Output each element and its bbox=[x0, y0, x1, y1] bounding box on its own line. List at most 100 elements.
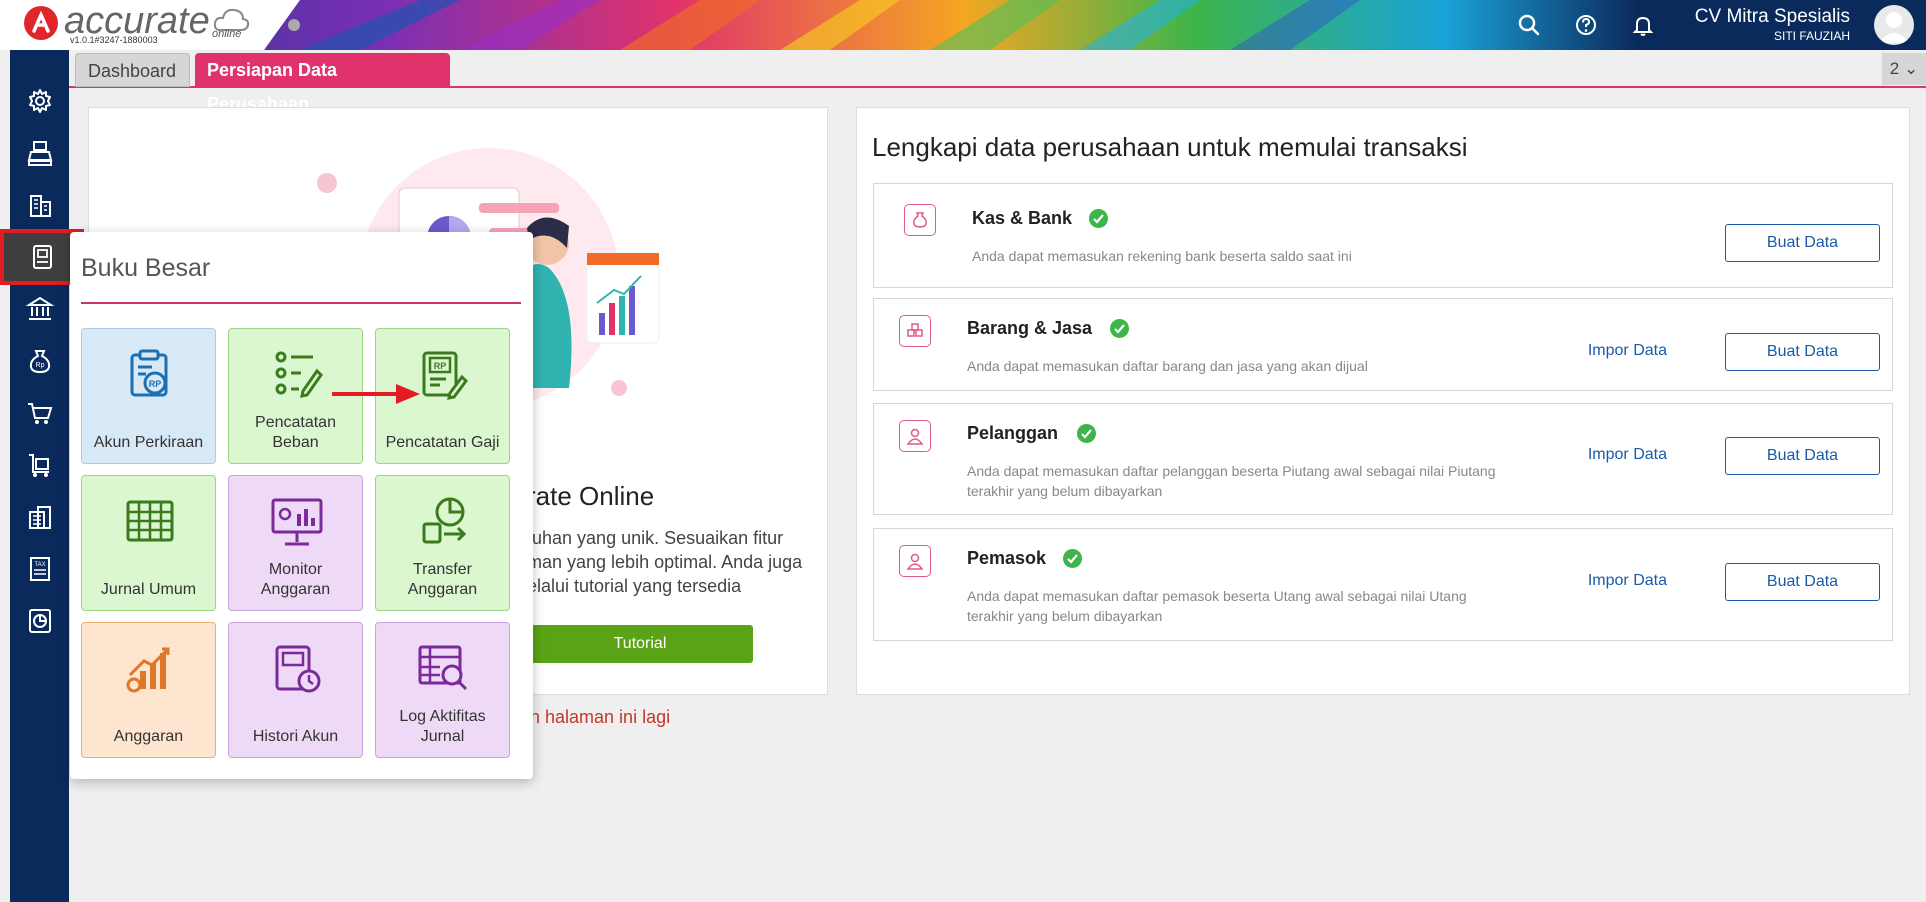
check-icon bbox=[1089, 209, 1108, 228]
account-history-icon bbox=[275, 645, 321, 693]
cash-register-icon bbox=[27, 141, 52, 166]
buku-besar-menu: Buku Besar RP Akun Perkiraan Pencatatan … bbox=[70, 232, 533, 779]
sidebar-item-tax[interactable]: TAX bbox=[10, 543, 69, 595]
tile-label: Anggaran bbox=[407, 581, 478, 598]
supplier-icon bbox=[899, 545, 931, 577]
sidebar-item-bank[interactable] bbox=[10, 283, 69, 335]
annotation-arrow-icon bbox=[332, 384, 420, 404]
menu-divider bbox=[81, 302, 521, 304]
card-desc-line: Anda dapat memasukan daftar pelanggan be… bbox=[967, 463, 1496, 479]
menu-tile-transfer-anggaran[interactable]: Transfer Anggaran bbox=[375, 475, 510, 611]
impor-data-link[interactable]: Impor Data bbox=[1588, 446, 1667, 464]
svg-text:Rp: Rp bbox=[35, 362, 44, 369]
tab-dashboard[interactable]: Dashboard bbox=[75, 53, 190, 87]
sidebar-item-money[interactable]: Rp bbox=[10, 335, 69, 387]
sidebar-item-company[interactable] bbox=[10, 179, 69, 231]
tile-label: Pencatatan Gaji bbox=[385, 434, 500, 451]
logo-sub: online bbox=[212, 28, 242, 40]
card-desc-line: Anda dapat memasukan daftar pemasok bese… bbox=[967, 588, 1467, 604]
tax-icon: TAX bbox=[29, 557, 50, 581]
menu-tile-anggaran[interactable]: Anggaran bbox=[81, 622, 216, 758]
card-title: Kas & Bank bbox=[972, 208, 1073, 228]
tile-label: Jurnal bbox=[420, 728, 465, 745]
monitor-chart-icon bbox=[271, 498, 323, 546]
buat-data-button[interactable]: Buat Data bbox=[1725, 333, 1880, 371]
tile-label: Log Aktifitas bbox=[399, 708, 486, 725]
card-kas-bank: Kas & Bank Anda dapat memasukan rekening… bbox=[873, 183, 1893, 288]
welcome-desc-line: tuhan yang unik. Sesuaikan fitur bbox=[527, 528, 784, 548]
bell-icon[interactable] bbox=[1630, 12, 1656, 38]
impor-data-link[interactable]: Impor Data bbox=[1588, 342, 1667, 360]
tile-label: Anggaran bbox=[260, 581, 331, 598]
card-description: Anda dapat memasukan daftar pelanggan be… bbox=[967, 461, 1495, 501]
welcome-description: tuhan yang unik. Sesuaikan fitur man yan… bbox=[527, 526, 827, 598]
menu-tile-log-aktifitas-jurnal[interactable]: Log Aktifitas Jurnal bbox=[375, 622, 510, 758]
user-name: SITI FAUZIAH bbox=[1773, 29, 1850, 43]
setup-title: Lengkapi data perusahaan untuk memulai t… bbox=[872, 132, 1468, 162]
card-pemasok: Pemasok Anda dapat memasukan daftar pema… bbox=[873, 528, 1893, 641]
menu-tile-jurnal-umum[interactable]: Jurnal Umum bbox=[81, 475, 216, 611]
card-desc-line: terakhir yang belum dibayarkan bbox=[967, 483, 1163, 499]
tile-label: Pencatatan bbox=[255, 414, 336, 431]
buat-data-button[interactable]: Buat Data bbox=[1725, 224, 1880, 262]
journal-search-icon bbox=[418, 645, 468, 691]
gear-icon bbox=[28, 89, 51, 113]
transfer-chart-icon bbox=[422, 497, 467, 544]
check-icon bbox=[1077, 424, 1096, 443]
company-name[interactable]: CV Mitra Spesialis bbox=[1695, 6, 1850, 28]
search-icon[interactable] bbox=[1516, 12, 1542, 38]
cart-icon bbox=[27, 403, 52, 424]
tab-bar: Dashboard Persiapan Data Perusahaan 2 ⌄ bbox=[69, 50, 1926, 114]
sidebar-item-delivery[interactable] bbox=[10, 439, 69, 491]
sidebar-item-reports[interactable] bbox=[10, 595, 69, 647]
tile-label: Akun Perkiraan bbox=[93, 434, 204, 451]
tile-label: Beban bbox=[272, 434, 319, 451]
top-bar: accurate v1.0.1#3247-1880003 online CV M… bbox=[0, 0, 1926, 50]
budget-growth-icon bbox=[126, 647, 170, 693]
app-version: v1.0.1#3247-1880003 bbox=[70, 35, 158, 45]
card-title: Pemasok bbox=[967, 548, 1047, 568]
account-ledger-icon: RP bbox=[130, 349, 168, 397]
welcome-desc-line: man yang lebih optimal. Anda juga bbox=[527, 552, 803, 572]
tile-label: Jurnal Umum bbox=[100, 581, 197, 598]
setup-panel: Lengkapi data perusahaan untuk memulai t… bbox=[856, 107, 1910, 695]
tile-label: Transfer bbox=[413, 561, 472, 578]
tile-label: Monitor bbox=[268, 561, 323, 578]
chevron-down-icon: ⌄ bbox=[1903, 59, 1919, 78]
avatar[interactable] bbox=[1874, 5, 1914, 45]
help-icon[interactable] bbox=[1573, 12, 1599, 38]
card-description: Anda dapat memasukan rekening bank beser… bbox=[972, 248, 1352, 264]
welcome-title: rate Online bbox=[527, 481, 655, 511]
sidebar-item-warehouse[interactable] bbox=[10, 491, 69, 543]
check-icon bbox=[1063, 549, 1082, 568]
tile-label: Anggaran bbox=[113, 728, 184, 745]
menu-tile-histori-akun[interactable]: Histori Akun bbox=[228, 622, 363, 758]
card-desc-line: terakhir yang belum dibayarkan bbox=[967, 608, 1163, 624]
truck-cart-icon bbox=[28, 454, 49, 477]
impor-data-link[interactable]: Impor Data bbox=[1588, 572, 1667, 590]
money-bag-icon bbox=[904, 204, 936, 236]
expense-list-icon bbox=[275, 351, 323, 398]
sidebar-item-settings[interactable] bbox=[10, 75, 69, 127]
ledger-book-icon bbox=[33, 245, 52, 269]
svg-text:TAX: TAX bbox=[34, 562, 45, 568]
sidebar-item-sales[interactable] bbox=[10, 127, 69, 179]
tutorial-button[interactable]: Tutorial bbox=[527, 625, 753, 663]
tab-persiapan-data[interactable]: Persiapan Data Perusahaan bbox=[195, 53, 450, 114]
hide-page-link[interactable]: n halaman ini lagi bbox=[530, 707, 670, 728]
boxes-icon bbox=[899, 315, 931, 347]
payroll-icon: RP bbox=[422, 351, 468, 400]
card-barang-jasa: Barang & Jasa Anda dapat memasukan dafta… bbox=[873, 298, 1893, 391]
menu-tile-akun-perkiraan[interactable]: RP Akun Perkiraan bbox=[81, 328, 216, 464]
buat-data-button[interactable]: Buat Data bbox=[1725, 563, 1880, 601]
sidebar-item-purchase[interactable] bbox=[10, 387, 69, 439]
bank-icon bbox=[25, 296, 54, 320]
left-sidebar: Rp TAX bbox=[0, 50, 84, 902]
buat-data-button[interactable]: Buat Data bbox=[1725, 437, 1880, 475]
menu-title: Buku Besar bbox=[81, 254, 211, 282]
status-dot bbox=[288, 19, 300, 31]
accurate-logo-icon[interactable] bbox=[24, 6, 58, 40]
menu-tile-monitor-anggaran[interactable]: Monitor Anggaran bbox=[228, 475, 363, 611]
tab-count-dropdown[interactable]: 2 ⌄ bbox=[1882, 53, 1926, 85]
building-icon bbox=[29, 195, 51, 217]
